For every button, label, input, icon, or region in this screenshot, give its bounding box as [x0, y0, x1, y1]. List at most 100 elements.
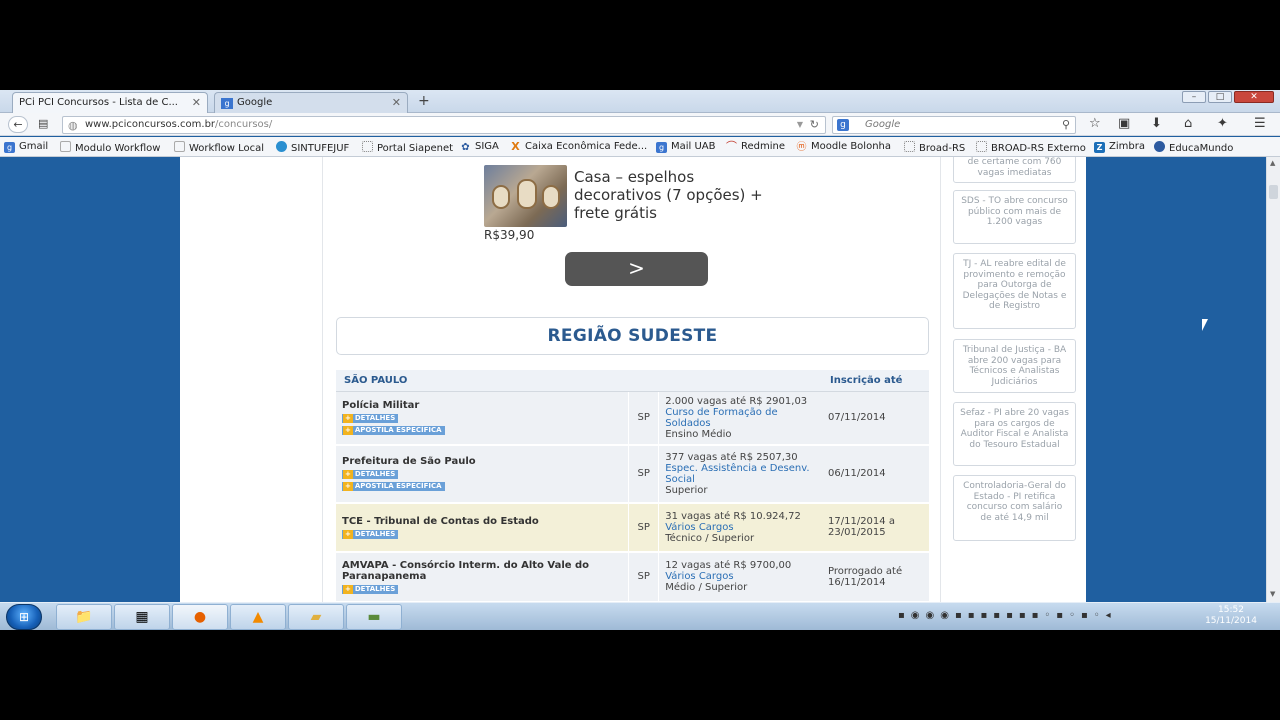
- details-label: DETALHES: [354, 414, 396, 422]
- news-item[interactable]: de certame com 760 vagas imediatas: [953, 157, 1076, 183]
- ad-product-image[interactable]: [484, 165, 567, 227]
- apostila-button[interactable]: + APOSTILA ESPECÍFICA: [342, 482, 445, 491]
- explorer-icon[interactable]: 📁: [56, 604, 112, 630]
- org-name[interactable]: Prefeitura de São Paulo: [342, 456, 476, 467]
- info-cell: 31 vagas até R$ 10.924,72 Vários Cargos …: [658, 502, 822, 553]
- bookmarks-list-icon[interactable]: ▣: [1118, 116, 1130, 131]
- tab-label: PCi PCI Concursos - Lista de C...: [19, 97, 178, 108]
- firefox-icon[interactable]: ●: [172, 604, 228, 630]
- search-icon[interactable]: ⚲: [1062, 117, 1070, 133]
- details-button[interactable]: + DETALHES: [342, 470, 399, 479]
- scroll-down-icon[interactable]: ▼: [1270, 590, 1275, 598]
- bookmark-moodle[interactable]: ⓜ Moodle Bolonha: [796, 141, 892, 153]
- vlc-icon[interactable]: ▲: [230, 604, 286, 630]
- news-item[interactable]: Controladoria-Geral do Estado - PI retif…: [953, 475, 1076, 541]
- news-item[interactable]: Tribunal de Justiça - BA abre 200 vagas …: [953, 339, 1076, 393]
- uf-cell: SP: [628, 391, 660, 446]
- apostila-button[interactable]: + APOSTILA ESPECÍFICA: [342, 426, 445, 435]
- bookmark-portal-siapenet[interactable]: Portal Siapenet: [362, 141, 453, 154]
- close-tab-icon[interactable]: ✕: [192, 96, 201, 109]
- details-label: DETALHES: [354, 584, 396, 593]
- bookmark-caixa[interactable]: X Caixa Econômica Fede...: [510, 141, 647, 152]
- bookmark-zimbra[interactable]: Z Zimbra: [1094, 141, 1145, 153]
- bookmark-redmine[interactable]: ⌒ Redmine: [726, 141, 785, 152]
- details-button[interactable]: + DETALHES: [342, 414, 399, 423]
- history-icon[interactable]: ▤: [38, 116, 48, 132]
- bookmark-label: SIGA: [475, 141, 499, 152]
- bookmark-sintufejuf[interactable]: SINTUFEJUF: [276, 141, 349, 154]
- news-item[interactable]: Sefaz - PI abre 20 vagas para os cargos …: [953, 402, 1076, 466]
- org-name[interactable]: AMVAPA - Consórcio Interm. do Alto Vale …: [342, 560, 589, 582]
- reload-icon[interactable]: ↻: [810, 117, 819, 133]
- taskbar: ⊞ 📁 ▦ ● ▲ ▰ ▬ ▪◉◉◉▪▪▪▪▪▪▪◦▪◦▪◦◂ 15:52 15…: [0, 602, 1280, 630]
- cargo-link[interactable]: Vários Cargos: [665, 522, 816, 533]
- minimize-button[interactable]: –: [1182, 91, 1206, 103]
- state-header[interactable]: SÃO PAULO: [336, 370, 822, 392]
- calculator-icon[interactable]: ▦: [114, 604, 170, 630]
- bookmark-broad-rs-externo[interactable]: BROAD-RS Externo: [976, 141, 1086, 154]
- addon-icon[interactable]: ✦: [1217, 116, 1228, 131]
- clock[interactable]: 15:52 15/11/2014: [1196, 605, 1266, 627]
- vertical-scrollbar[interactable]: ▲ ▼: [1266, 157, 1280, 602]
- start-button[interactable]: ⊞: [6, 604, 42, 630]
- bookmark-star-icon[interactable]: ☆: [1089, 116, 1101, 131]
- ad-next-button[interactable]: >: [565, 252, 708, 286]
- nivel-text: Superior: [665, 484, 708, 496]
- bookmark-gmail[interactable]: g Gmail: [4, 141, 48, 153]
- bookmark-educamundo[interactable]: EducaMundo: [1154, 141, 1233, 154]
- url-path: /concursos/: [215, 119, 273, 130]
- org-name[interactable]: Polícia Militar: [342, 400, 419, 411]
- money-app-icon[interactable]: ▬: [346, 604, 402, 630]
- address-bar[interactable]: ◍ www.pciconcursos.com.br/concursos/ ▼ ↻: [62, 116, 826, 134]
- news-item[interactable]: TJ - AL reabre edital de provimento e re…: [953, 253, 1076, 329]
- tab-google[interactable]: g Google ✕: [214, 92, 408, 113]
- apostila-label: APOSTILA ESPECÍFICA: [354, 482, 442, 490]
- close-window-button[interactable]: ✕: [1234, 91, 1274, 103]
- folder-app-icon[interactable]: ▰: [288, 604, 344, 630]
- bookmark-siga[interactable]: ✿ SIGA: [460, 141, 499, 153]
- maximize-button[interactable]: □: [1208, 91, 1232, 103]
- nivel-text: Ensino Médio: [665, 428, 732, 440]
- table-row: Prefeitura de São Paulo + DETALHES + APOST…: [336, 444, 929, 504]
- bookmark-mail-uab[interactable]: g Mail UAB: [656, 141, 716, 153]
- back-button[interactable]: ←: [8, 116, 28, 133]
- ad-title[interactable]: Casa – espelhos decorativos (7 opções) +…: [574, 168, 784, 222]
- bookmark-label: Gmail: [19, 141, 49, 152]
- dropdown-arrow-icon[interactable]: ▼: [797, 117, 803, 133]
- page-icon: [362, 141, 373, 152]
- window-controls: – □ ✕: [1182, 91, 1274, 103]
- scroll-up-icon[interactable]: ▲: [1270, 159, 1275, 167]
- bookmark-label: SINTUFEJUF: [291, 143, 350, 154]
- close-tab-icon[interactable]: ✕: [392, 96, 401, 109]
- bookmark-broad-rs[interactable]: Broad-RS: [904, 141, 965, 154]
- nivel-text: Técnico / Superior: [665, 532, 755, 544]
- details-button[interactable]: + DETALHES: [342, 584, 399, 594]
- system-tray[interactable]: ▪◉◉◉▪▪▪▪▪▪▪◦▪◦▪◦◂: [898, 610, 1117, 621]
- download-icon[interactable]: ⬇: [1151, 116, 1162, 131]
- table-row: TCE - Tribunal de Contas do Estado + DETA…: [336, 502, 929, 553]
- tab-pci-concursos[interactable]: PCi PCI Concursos - Lista de C... ✕: [12, 92, 208, 113]
- org-cell: Prefeitura de São Paulo + DETALHES + APOST…: [336, 444, 629, 504]
- region-heading: REGIÃO SUDESTE: [336, 317, 929, 355]
- org-name[interactable]: TCE - Tribunal de Contas do Estado: [342, 516, 539, 527]
- home-icon[interactable]: ⌂: [1184, 116, 1192, 131]
- menu-icon[interactable]: ☰: [1254, 116, 1266, 131]
- details-button[interactable]: + DETALHES: [342, 529, 399, 539]
- mouse-cursor-icon: [1202, 319, 1208, 331]
- new-tab-button[interactable]: +: [418, 93, 430, 109]
- news-item[interactable]: SDS - TO abre concurso público com mais …: [953, 190, 1076, 244]
- date-cell: 06/11/2014: [822, 444, 929, 504]
- bookmark-modulo-workflow[interactable]: Modulo Workflow: [60, 141, 160, 154]
- cargo-link[interactable]: Vários Cargos: [665, 571, 816, 582]
- ad-price: R$39,90: [484, 228, 535, 242]
- date-header: Inscrição até: [822, 370, 929, 392]
- scrollbar-thumb[interactable]: [1269, 185, 1278, 199]
- details-label: DETALHES: [354, 529, 396, 538]
- cargo-link[interactable]: Curso de Formação de Soldados: [665, 407, 816, 429]
- details-label: DETALHES: [354, 470, 396, 478]
- bookmark-label: Moodle Bolonha: [811, 141, 891, 152]
- search-bar[interactable]: g Google ⚲: [832, 116, 1076, 134]
- bookmark-workflow-local[interactable]: Workflow Local: [174, 141, 264, 154]
- info-cell: 377 vagas até R$ 2507,30 Espec. Assistên…: [658, 444, 822, 504]
- cargo-link[interactable]: Espec. Assistência e Desenv. Social: [665, 463, 816, 485]
